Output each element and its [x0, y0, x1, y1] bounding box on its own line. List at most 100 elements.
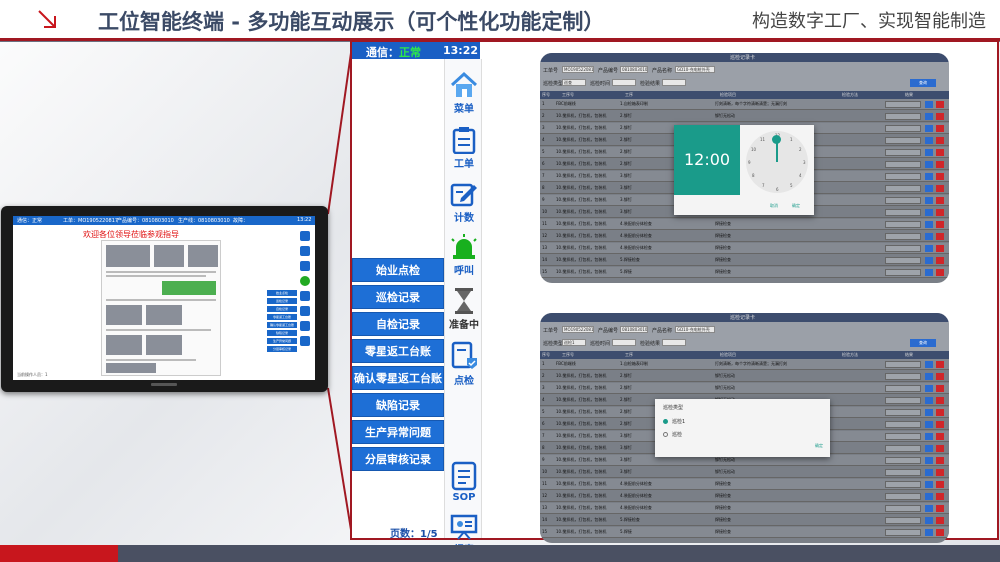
sop-button[interactable]: SOP [445, 461, 483, 503]
result-input[interactable] [885, 161, 921, 168]
order-field[interactable]: MO1905220817 [562, 326, 594, 333]
table-row[interactable]: 13 10.搅拌机，打包机，包装机 4.装配前分体检查 焊接检查 [540, 243, 949, 254]
fail-button[interactable] [936, 269, 944, 276]
fail-button[interactable] [936, 173, 944, 180]
pass-button[interactable] [925, 257, 933, 264]
query-button[interactable]: 查询 [910, 339, 936, 347]
table-row[interactable]: 14 10.搅拌机，打包机，包装机 5.焊接检查 焊接检查 [540, 255, 949, 266]
result-input[interactable] [885, 409, 921, 416]
pass-button[interactable] [925, 481, 933, 488]
fail-button[interactable] [936, 197, 944, 204]
table-row[interactable]: 11 10.搅拌机，打包机，包装机 4.装配前分体检查 焊接检查 [540, 479, 949, 490]
pass-button[interactable] [925, 149, 933, 156]
result-input[interactable] [885, 101, 921, 108]
confirm-button[interactable]: 确定 [815, 443, 823, 449]
result-input[interactable] [885, 125, 921, 132]
fail-button[interactable] [936, 469, 944, 476]
time-field[interactable] [612, 339, 636, 346]
pass-button[interactable] [925, 161, 933, 168]
cancel-button[interactable]: 取消 [770, 203, 778, 209]
inspection-button[interactable]: 点检 [445, 341, 483, 387]
result-input[interactable] [885, 233, 921, 240]
pass-button[interactable] [925, 457, 933, 464]
fail-button[interactable] [936, 233, 944, 240]
fail-button[interactable] [936, 137, 944, 144]
tablet-menu-item[interactable]: 生产异常问题 [267, 338, 297, 344]
call-button[interactable]: 呼叫 [445, 233, 483, 277]
fail-button[interactable] [936, 421, 944, 428]
result-input[interactable] [885, 517, 921, 524]
pass-button[interactable] [925, 373, 933, 380]
menu-confirm-rework[interactable]: 确认零星返工台账 [352, 366, 444, 390]
work-order-button[interactable]: 工单 [445, 126, 483, 170]
pass-button[interactable] [925, 409, 933, 416]
fail-button[interactable] [936, 433, 944, 440]
result-input[interactable] [885, 173, 921, 180]
result-input[interactable] [885, 149, 921, 156]
fail-button[interactable] [936, 457, 944, 464]
pass-button[interactable] [925, 433, 933, 440]
report-board-icon[interactable] [300, 336, 310, 346]
result-input[interactable] [885, 221, 921, 228]
fail-button[interactable] [936, 505, 944, 512]
table-row[interactable]: 12 10.搅拌机，打包机，包装机 4.装配前分体检查 焊接检查 [540, 231, 949, 242]
tablet-menu-item[interactable]: 自检记录 [267, 306, 297, 312]
clock-dial[interactable]: 12 1 2 3 4 5 6 7 8 9 10 11 [746, 131, 808, 193]
table-row[interactable]: 15 10.搅拌机，打包机，包装机 5.焊接 焊接检查 [540, 267, 949, 278]
result-input[interactable] [885, 209, 921, 216]
menu-self-check[interactable]: 自检记录 [352, 312, 444, 336]
pass-button[interactable] [925, 361, 933, 368]
tablet-menu-item[interactable]: 确认零星返工台账 [267, 322, 297, 328]
fail-button[interactable] [936, 397, 944, 404]
type-option-1[interactable]: 巡检1 [663, 418, 685, 425]
time-field[interactable] [612, 79, 636, 86]
pass-button[interactable] [925, 493, 933, 500]
table-row[interactable]: 14 10.搅拌机，打包机，包装机 5.焊接检查 焊接检查 [540, 515, 949, 526]
menu-button[interactable]: 菜单 [445, 71, 483, 115]
fail-button[interactable] [936, 113, 944, 120]
result-input[interactable] [885, 257, 921, 264]
result-input[interactable] [885, 493, 921, 500]
order-field[interactable]: MO1905220817 [562, 66, 594, 73]
result-input[interactable] [885, 245, 921, 252]
fail-button[interactable] [936, 161, 944, 168]
confirm-button[interactable]: 确定 [792, 203, 800, 209]
pass-button[interactable] [925, 245, 933, 252]
pass-button[interactable] [925, 209, 933, 216]
pass-button[interactable] [925, 529, 933, 536]
result-input[interactable] [885, 469, 921, 476]
product-field[interactable]: 0810803010 [620, 326, 648, 333]
table-row[interactable]: 1010.搅拌机，打包机，包装机3.铆钉铆钉无松动 [540, 467, 949, 478]
hourglass-icon[interactable] [300, 291, 310, 301]
result-input[interactable] [885, 113, 921, 120]
menu-defect-record[interactable]: 缺陷记录 [352, 393, 444, 417]
result-input[interactable] [885, 457, 921, 464]
pass-button[interactable] [925, 421, 933, 428]
menu-patrol-record[interactable]: 巡检记录 [352, 285, 444, 309]
fail-button[interactable] [936, 361, 944, 368]
fail-button[interactable] [936, 257, 944, 264]
result-input[interactable] [885, 505, 921, 512]
pass-button[interactable] [925, 445, 933, 452]
tablet-menu-item[interactable]: 始业点检 [267, 290, 297, 296]
result-input[interactable] [885, 385, 921, 392]
fail-button[interactable] [936, 385, 944, 392]
fail-button[interactable] [936, 481, 944, 488]
fail-button[interactable] [936, 529, 944, 536]
result-input[interactable] [885, 269, 921, 276]
table-row[interactable]: 11 10.搅拌机，打包机，包装机 4.装配前分体检查 焊接检查 [540, 219, 949, 230]
fail-button[interactable] [936, 125, 944, 132]
menu-layered-audit[interactable]: 分层审核记录 [352, 447, 444, 471]
table-row[interactable]: 2 10.搅拌机，打包机，包装机 2.铆钉 铆钉无松动 [540, 371, 949, 382]
tablet-menu-item[interactable]: 缺陷记录 [267, 330, 297, 336]
count-button[interactable]: 计数 [445, 180, 483, 224]
product-name-field[interactable]: GD10-充电桩外壳 [675, 326, 715, 333]
ready-button[interactable]: 准备中 [445, 287, 483, 331]
pass-button[interactable] [925, 221, 933, 228]
pass-button[interactable] [925, 185, 933, 192]
clipboard-icon[interactable] [300, 246, 310, 256]
pass-button[interactable] [925, 101, 933, 108]
pass-button[interactable] [925, 197, 933, 204]
result-input[interactable] [885, 373, 921, 380]
product-field[interactable]: 0810803010 [620, 66, 648, 73]
